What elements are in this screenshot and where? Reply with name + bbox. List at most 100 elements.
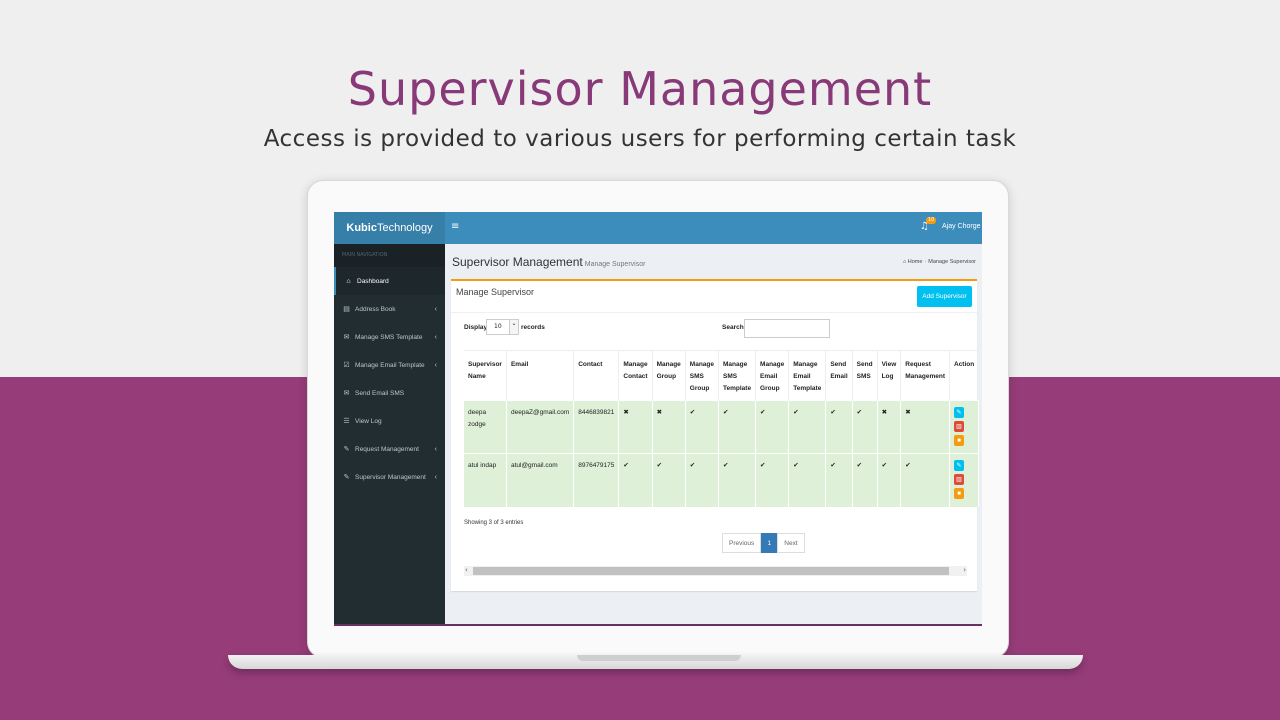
perm-mark: ✔ — [685, 453, 720, 507]
table-header-row: Supervisor Name Email Contact Manage Con… — [464, 350, 979, 401]
sidebar-section-label: MAIN NAVIGATION — [334, 244, 445, 267]
perm-mark: ✔ — [618, 453, 653, 507]
comment-icon: ✉ — [343, 334, 350, 341]
cell-email: atul@gmail.com — [506, 453, 575, 507]
prev-page-button[interactable]: Previous — [722, 533, 762, 553]
hero-subtitle: Access is provided to various users for … — [263, 126, 1017, 152]
cell-contact: 8976479175 — [573, 453, 620, 507]
perm-mark: ✔ — [718, 453, 757, 507]
sidebar: MAIN NAVIGATION ⌂ Dashboard ▤ Address Book… — [334, 244, 445, 624]
home-icon: ⌂ — [346, 277, 351, 285]
col-header[interactable]: Request Management — [900, 350, 950, 401]
perm-mark: ✔ — [825, 453, 853, 507]
menu-toggle-icon[interactable]: ≡ — [451, 221, 459, 232]
perm-mark: ✔ — [718, 400, 757, 454]
perm-mark: ✔ — [877, 453, 902, 507]
perm-mark: ✔ — [852, 400, 878, 454]
search-input[interactable] — [744, 319, 830, 338]
col-header: Action — [949, 350, 979, 401]
col-header[interactable]: Send Email — [825, 350, 853, 401]
chevron-left-icon: ‹ — [434, 361, 437, 369]
sidebar-item-label: View Log — [355, 417, 382, 425]
pagination: Previous 1 Next — [722, 533, 805, 553]
col-header[interactable]: Manage SMS Group — [685, 350, 720, 401]
scroll-right-icon[interactable]: › — [963, 566, 966, 574]
lock-icon[interactable]: ■ — [954, 435, 964, 446]
col-header[interactable]: View Log — [877, 350, 902, 401]
page-subtitle: Manage Supervisor — [584, 261, 646, 268]
app-screen: Kubic Technology ≡ ♫ 10 Ajay Chorge MAIN … — [334, 212, 982, 626]
horizontal-scrollbar[interactable]: ‹ › — [464, 566, 967, 576]
col-header[interactable]: Supervisor Name — [464, 350, 507, 401]
sidebar-item-dashboard[interactable]: ⌂ Dashboard — [334, 267, 445, 295]
sidebar-item-send-email-sms[interactable]: ✉ Send Email SMS — [334, 379, 445, 407]
table-info: Showing 3 of 3 entries — [464, 520, 524, 526]
col-header[interactable]: Manage Contact — [618, 350, 653, 401]
sidebar-item-view-log[interactable]: ☰ View Log — [334, 407, 445, 435]
perm-mark: ✔ — [755, 453, 790, 507]
page-1-button[interactable]: 1 — [761, 533, 778, 553]
divider — [451, 312, 977, 313]
col-header[interactable]: Contact — [573, 350, 620, 401]
page-title: Supervisor Management Manage Supervisor — [452, 255, 646, 269]
chevron-left-icon: ‹ — [434, 305, 437, 313]
breadcrumb-home[interactable]: Home — [908, 259, 923, 265]
perm-mark: ✔ — [652, 453, 686, 507]
list-icon: ☰ — [343, 418, 350, 425]
perm-mark: ✔ — [685, 400, 720, 454]
scroll-left-icon[interactable]: ‹ — [465, 566, 468, 574]
table-row: deepa zodge deepaZ@gmail.com 8446839821 … — [464, 400, 979, 454]
supervisor-box: Manage Supervisor Add Supervisor Display… — [451, 279, 979, 591]
top-navbar: ≡ ♫ 10 Ajay Chorge — [445, 212, 982, 244]
hero-title: Supervisor Management — [347, 62, 933, 116]
cell-actions: ✎ ▥ ■ — [949, 400, 979, 454]
search-label: Search: — [722, 324, 746, 331]
edit-icon[interactable]: ✎ — [954, 407, 964, 418]
edit-icon[interactable]: ✎ — [954, 460, 964, 471]
perm-mark: ✔ — [852, 453, 878, 507]
laptop-notch — [577, 655, 741, 661]
sidebar-item-address-book[interactable]: ▤ Address Book ‹ — [334, 295, 445, 323]
col-header[interactable]: Manage Email Template — [788, 350, 827, 401]
col-header[interactable]: Email — [506, 350, 575, 401]
page-length-select[interactable]: 10 ⌄ — [486, 319, 519, 335]
sidebar-item-supervisor-management[interactable]: ✎ Supervisor Management ‹ — [334, 463, 445, 491]
perm-mark: ✔ — [755, 400, 790, 454]
lock-icon[interactable]: ■ — [954, 488, 964, 499]
sidebar-item-sms-template[interactable]: ✉ Manage SMS Template ‹ — [334, 323, 445, 351]
perm-mark: ✔ — [825, 400, 853, 454]
trash-icon[interactable]: ▥ — [954, 474, 964, 485]
cell-email: deepaZ@gmail.com — [506, 400, 575, 454]
perm-mark: ✖ — [618, 400, 653, 454]
book-icon: ▤ — [343, 306, 350, 313]
breadcrumb-current: Manage Supervisor — [928, 259, 976, 265]
col-header[interactable]: Send SMS — [852, 350, 878, 401]
sidebar-item-label: Manage SMS Template — [355, 333, 423, 341]
perm-mark: ✔ — [788, 400, 827, 454]
next-page-button[interactable]: Next — [777, 533, 805, 553]
scrollbar-thumb[interactable] — [473, 567, 949, 575]
chevron-left-icon: ‹ — [434, 333, 437, 341]
app-logo[interactable]: Kubic Technology — [334, 212, 445, 244]
notification-badge: 10 — [926, 217, 937, 224]
add-supervisor-button[interactable]: Add Supervisor — [917, 286, 972, 307]
sidebar-item-email-template[interactable]: ☑ Manage Email Template ‹ — [334, 351, 445, 379]
cell-name: deepa zodge — [464, 400, 507, 454]
col-header[interactable]: Manage Group — [652, 350, 686, 401]
sidebar-item-label: Send Email SMS — [355, 389, 405, 397]
sidebar-item-label: Supervisor Management — [355, 473, 426, 481]
user-menu[interactable]: Ajay Chorge — [942, 223, 981, 230]
sidebar-item-request-management[interactable]: ✎ Request Management ‹ — [334, 435, 445, 463]
envelope-icon: ✉ — [343, 390, 350, 397]
chevron-down-icon: ⌄ — [509, 320, 518, 334]
trash-icon[interactable]: ▥ — [954, 421, 964, 432]
col-header[interactable]: Manage Email Group — [755, 350, 790, 401]
records-label: records — [521, 324, 545, 331]
checkbox-icon: ☑ — [343, 362, 350, 369]
col-header[interactable]: Manage SMS Template — [718, 350, 757, 401]
perm-mark: ✖ — [652, 400, 686, 454]
table-row: atul indap atul@gmail.com 8976479175 ✔ ✔… — [464, 453, 979, 507]
perm-mark: ✔ — [900, 453, 950, 507]
sidebar-item-label: Request Management — [355, 445, 419, 453]
cell-contact: 8446839821 — [573, 400, 620, 454]
